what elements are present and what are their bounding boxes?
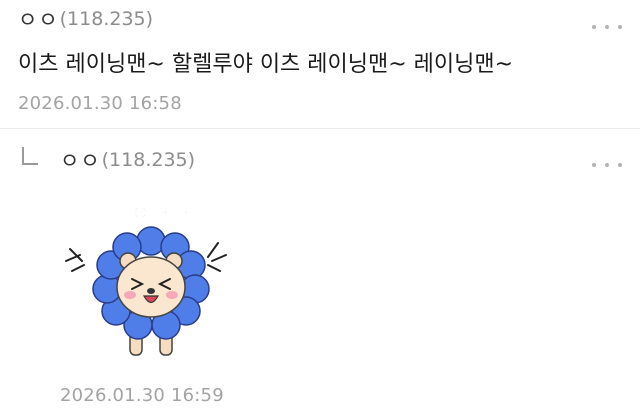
comment-author: ㅇㅇ (118.235)	[60, 147, 195, 173]
comment-author: ㅇㅇ (118.235)	[18, 6, 153, 32]
lion-sticker-icon: ㄹㅇㅋㅋ	[65, 202, 227, 356]
author-ip: (118.235)	[101, 149, 196, 171]
author-ip: (118.235)	[59, 8, 154, 30]
reply-arrow-icon	[22, 147, 38, 165]
more-options-icon[interactable]	[592, 157, 622, 173]
sticker-caption: ㄹㅇㅋㅋ	[110, 202, 191, 227]
author-nickname[interactable]: ㅇㅇ	[60, 145, 101, 175]
comment: ㅇㅇ (118.235) 이츠 레이닝맨~ 할렐루야 이츠 레이닝맨~ 레이닝맨…	[0, 0, 640, 128]
reply-comment: ㅇㅇ (118.235) ㄹㅇㅋㅋ 2026.01.30 16:59	[0, 129, 640, 418]
comment-timestamp: 2026.01.30 16:58	[18, 93, 182, 114]
author-nickname[interactable]: ㅇㅇ	[18, 4, 59, 34]
comment-text: 이츠 레이닝맨~ 할렐루야 이츠 레이닝맨~ 레이닝맨~	[18, 52, 514, 77]
comment-timestamp: 2026.01.30 16:59	[60, 385, 224, 406]
more-options-icon[interactable]	[592, 19, 622, 35]
